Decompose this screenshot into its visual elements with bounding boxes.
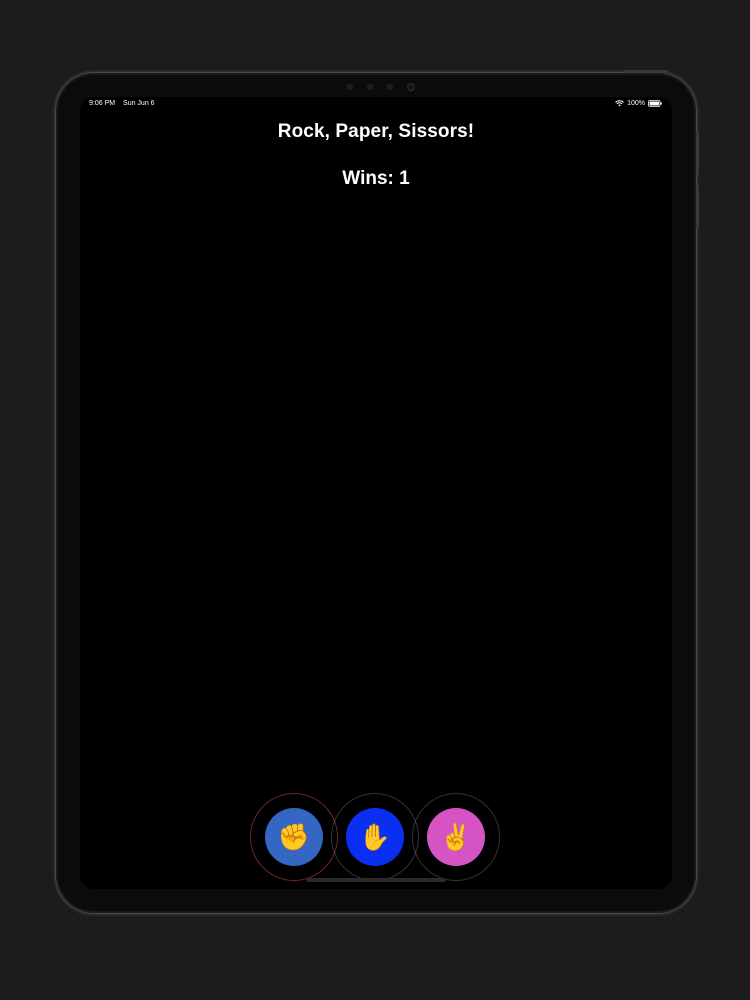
wins-counter: Wins: 1 [342,168,410,189]
volume-down-button [696,185,699,229]
sensor-dot [347,84,353,90]
app-screen: 9:06 PM Sun Jun 6 100% Rock, Paper, Siss… [80,97,672,889]
rock-button[interactable]: ✊ [265,808,323,866]
camera-sensor-bar [326,81,436,93]
game-title: Rock, Paper, Sissors! [277,121,475,142]
top-button [624,70,668,73]
status-time: 9:06 PM [89,100,116,107]
volume-up-button [696,131,699,175]
sensor-dot [367,84,373,90]
battery-icon [648,100,662,107]
raised-fist-icon: ✊ [277,822,311,852]
victory-hand-icon: ✌️ [439,822,473,852]
status-bar: 9:06 PM Sun Jun 6 100% [80,97,672,111]
raised-hand-icon: ✋ [358,822,392,852]
choice-buttons: ✊ ✋ ✌️ [80,793,672,885]
paper-button[interactable]: ✋ [346,808,404,866]
sensor-dot [387,84,393,90]
status-date: Sun Jun 6 [123,100,155,107]
front-camera-icon [407,83,415,91]
status-right-group: 100% [615,100,662,107]
ipad-frame: 9:06 PM Sun Jun 6 100% Rock, Paper, Siss… [56,70,699,913]
scissors-button[interactable]: ✌️ [427,808,485,866]
status-time-group: 9:06 PM Sun Jun 6 [89,100,155,107]
battery-percentage: 100% [627,100,645,107]
wifi-icon [615,100,624,107]
home-indicator [306,878,446,882]
